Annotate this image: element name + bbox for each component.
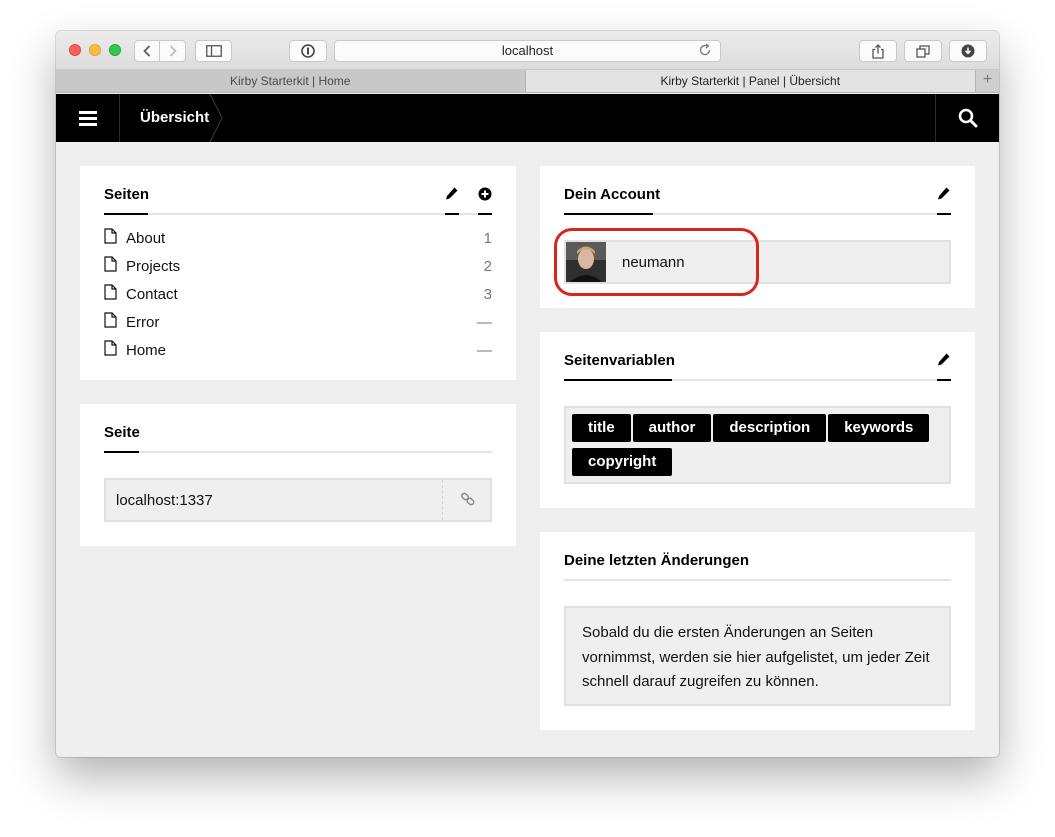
document-icon bbox=[104, 284, 117, 300]
recent-changes-message: Sobald du die ersten Änderungen an Seite… bbox=[564, 606, 951, 706]
variable-tag[interactable]: keywords bbox=[828, 414, 930, 442]
new-tab-button[interactable]: + bbox=[975, 70, 999, 92]
sidebar-toggle-button[interactable] bbox=[195, 40, 232, 62]
breadcrumb-overview[interactable]: Übersicht bbox=[140, 94, 209, 142]
edit-underline bbox=[445, 213, 459, 215]
share-icon bbox=[872, 43, 884, 59]
page-name: Error bbox=[126, 314, 160, 331]
page-name: Projects bbox=[126, 258, 181, 275]
tab-panel[interactable]: Kirby Starterkit | Panel | Übersicht bbox=[525, 70, 976, 92]
recent-changes-title: Deine letzten Änderungen bbox=[564, 552, 750, 569]
search-button[interactable] bbox=[935, 94, 999, 142]
account-card-title: Dein Account bbox=[564, 186, 661, 203]
variable-tag[interactable]: description bbox=[713, 414, 827, 442]
variable-tag[interactable]: title bbox=[572, 414, 631, 442]
site-url-field[interactable]: localhost:1337 bbox=[104, 478, 492, 522]
pencil-icon[interactable] bbox=[937, 352, 951, 368]
pages-card-title: Seiten bbox=[104, 186, 150, 203]
chevron-right-icon bbox=[169, 45, 177, 57]
key-circle-icon bbox=[301, 44, 315, 58]
variable-tag[interactable]: copyright bbox=[572, 448, 673, 476]
site-card: Seite localhost:1337 bbox=[80, 404, 516, 546]
add-page-icon[interactable] bbox=[478, 186, 492, 202]
page-number: 3 bbox=[483, 286, 492, 303]
page-name: Contact bbox=[126, 286, 178, 303]
tab-home[interactable]: Kirby Starterkit | Home bbox=[56, 70, 526, 92]
document-icon bbox=[104, 312, 117, 328]
page-number: 2 bbox=[483, 258, 492, 275]
title-underline bbox=[564, 213, 653, 215]
downloads-button[interactable] bbox=[949, 40, 987, 62]
variable-tag-list: title author description keywords copyright bbox=[564, 406, 951, 484]
page-name: About bbox=[126, 230, 166, 247]
page-number: — bbox=[477, 342, 492, 359]
card-divider bbox=[104, 213, 492, 215]
title-underline bbox=[104, 451, 139, 453]
page-list-item[interactable]: Error — bbox=[104, 309, 492, 337]
hamburger-icon bbox=[78, 110, 97, 126]
forward-button[interactable] bbox=[160, 40, 186, 62]
card-divider bbox=[564, 579, 951, 581]
sidebar-icon bbox=[205, 45, 222, 57]
page-number: — bbox=[477, 314, 492, 331]
page-list-item[interactable]: Home — bbox=[104, 337, 492, 365]
recent-changes-card: Deine letzten Änderungen Sobald du die e… bbox=[540, 532, 975, 730]
site-card-title: Seite bbox=[104, 424, 140, 441]
tab-bar: Kirby Starterkit | Home Kirby Starterkit… bbox=[56, 70, 999, 93]
history-buttons bbox=[134, 40, 186, 62]
edit-underline bbox=[937, 379, 951, 381]
chevron-left-icon bbox=[143, 45, 151, 57]
variable-tag[interactable]: author bbox=[632, 414, 712, 442]
tabs-icon bbox=[916, 44, 930, 58]
pencil-icon[interactable] bbox=[937, 186, 951, 202]
download-icon bbox=[961, 44, 975, 58]
breadcrumb-separator-icon bbox=[209, 94, 223, 142]
back-button[interactable] bbox=[134, 40, 160, 62]
address-bar[interactable]: localhost bbox=[334, 40, 721, 62]
variables-card: Seitenvariablen title author description ke… bbox=[540, 332, 975, 508]
panel-topbar: Übersicht bbox=[56, 94, 999, 142]
page-list-item[interactable]: About 1 bbox=[104, 225, 492, 253]
card-divider bbox=[104, 451, 492, 453]
site-url-text: localhost:1337 bbox=[116, 492, 213, 509]
menu-button[interactable] bbox=[56, 94, 120, 142]
title-underline bbox=[104, 213, 148, 215]
share-button[interactable] bbox=[859, 40, 897, 62]
pages-card: Seiten About 1 Projects 2 Contact 3 Erro… bbox=[80, 166, 516, 380]
browser-toolbar: localhost bbox=[56, 31, 999, 70]
zoom-window-button[interactable] bbox=[109, 44, 121, 56]
tabs-overview-button[interactable] bbox=[904, 40, 942, 62]
title-underline bbox=[564, 379, 672, 381]
page-list-item[interactable]: Projects 2 bbox=[104, 253, 492, 281]
variables-card-title: Seitenvariablen bbox=[564, 352, 675, 369]
close-window-button[interactable] bbox=[69, 44, 81, 56]
highlight-annotation bbox=[554, 228, 759, 296]
pencil-icon[interactable] bbox=[445, 186, 459, 202]
search-icon bbox=[958, 108, 977, 128]
document-icon bbox=[104, 340, 117, 356]
minimize-window-button[interactable] bbox=[89, 44, 101, 56]
reload-icon[interactable] bbox=[698, 43, 712, 63]
document-icon bbox=[104, 228, 117, 244]
page-number: 1 bbox=[483, 230, 492, 247]
address-text: localhost bbox=[501, 43, 554, 58]
field-divider bbox=[442, 480, 443, 520]
link-icon[interactable] bbox=[460, 491, 476, 507]
account-card: Dein Account neumann bbox=[540, 166, 975, 308]
page-list-item[interactable]: Contact 3 bbox=[104, 281, 492, 309]
password-button[interactable] bbox=[289, 40, 327, 62]
add-underline bbox=[478, 213, 492, 215]
edit-underline bbox=[937, 213, 951, 215]
browser-window: localhost Kirby Starterkit | Home Kirby … bbox=[56, 31, 999, 757]
page-name: Home bbox=[126, 342, 167, 359]
document-icon bbox=[104, 256, 117, 272]
